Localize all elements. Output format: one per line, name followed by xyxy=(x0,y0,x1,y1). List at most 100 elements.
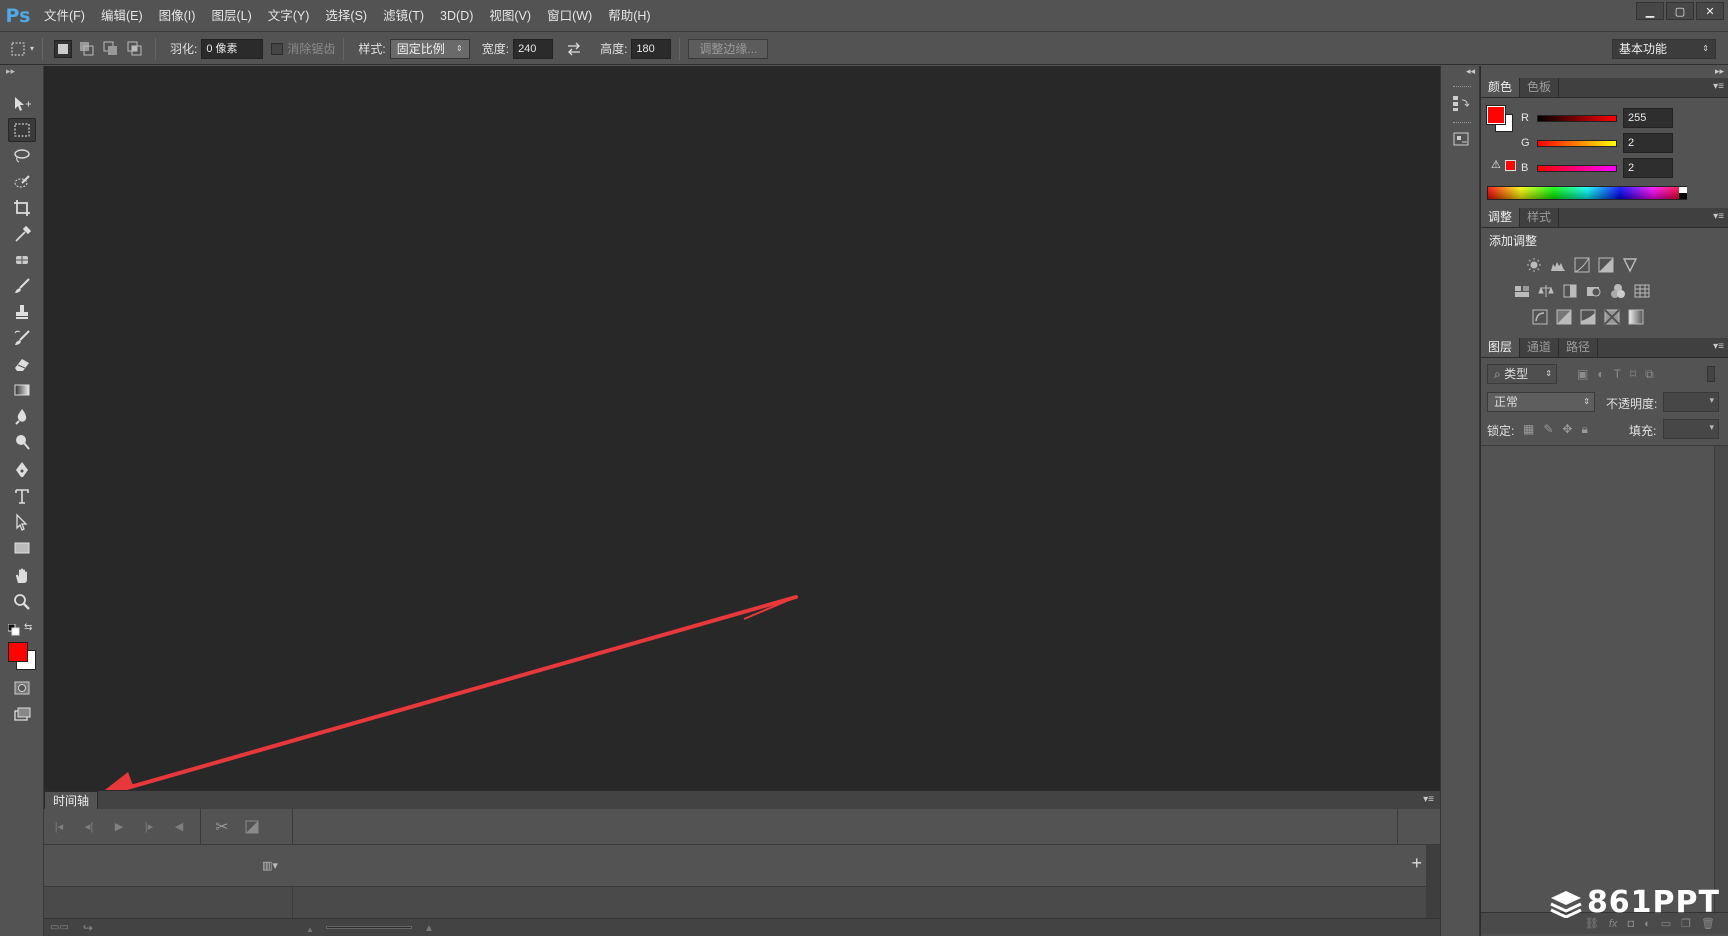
lock-pixels-icon[interactable]: ✎ xyxy=(1543,422,1553,437)
panel-foreground-swatch[interactable] xyxy=(1486,105,1506,125)
lock-all-icon[interactable]: 🔒︎ xyxy=(1581,422,1587,437)
adjust-panel-menu-icon[interactable]: ▾≡ xyxy=(1713,211,1724,222)
menu-filter[interactable]: 滤镜(T) xyxy=(375,0,432,32)
swap-colors-icon[interactable]: ⇆ xyxy=(24,622,32,633)
filter-smart-object-icon[interactable]: ⧉ xyxy=(1645,367,1654,382)
split-scissors-icon[interactable]: ✂ xyxy=(207,815,237,839)
toolbar-collapse-icon[interactable]: ▸▸ xyxy=(0,66,43,76)
filter-toggle[interactable] xyxy=(1707,366,1715,382)
color-spectrum-ramp[interactable] xyxy=(1487,186,1687,200)
antialias-checkbox[interactable] xyxy=(271,42,284,55)
tab-channels[interactable]: 通道 xyxy=(1520,338,1560,357)
marquee-tool-icon[interactable] xyxy=(8,118,36,142)
black-white-icon[interactable] xyxy=(1561,282,1579,300)
width-input[interactable]: 240 xyxy=(513,38,554,59)
gamut-color-swatch[interactable] xyxy=(1505,160,1516,171)
subtract-selection-icon[interactable] xyxy=(102,40,120,58)
zoom-out-icon[interactable]: ▲ xyxy=(306,925,314,934)
type-tool-icon[interactable] xyxy=(8,484,36,508)
tab-styles[interactable]: 样式 xyxy=(1520,208,1560,227)
threshold-icon[interactable] xyxy=(1579,308,1597,326)
pen-tool-icon[interactable] xyxy=(8,458,36,482)
filter-pixel-icon[interactable]: ▣ xyxy=(1577,367,1588,382)
fill-input[interactable]: ▾ xyxy=(1663,419,1719,439)
add-media-icon[interactable]: + xyxy=(1411,853,1422,874)
brush-tool-icon[interactable] xyxy=(8,274,36,298)
prev-frame-icon[interactable]: ◂| xyxy=(74,815,104,839)
play-icon[interactable]: ▶ xyxy=(104,815,134,839)
eyedropper-tool-icon[interactable] xyxy=(8,222,36,246)
zoom-tool-icon[interactable] xyxy=(8,590,36,614)
lock-position-icon[interactable]: ✥ xyxy=(1562,422,1572,437)
height-input[interactable]: 180 xyxy=(631,38,672,59)
refine-edge-button[interactable]: 调整边缘... xyxy=(688,38,769,59)
menu-view[interactable]: 视图(V) xyxy=(481,0,539,32)
move-tool-icon[interactable] xyxy=(8,92,36,116)
tool-preset-icon[interactable] xyxy=(9,40,27,58)
foreground-color-swatch[interactable] xyxy=(8,642,28,662)
gradient-tool-icon[interactable] xyxy=(8,378,36,402)
menu-file[interactable]: 文件(F) xyxy=(36,0,93,32)
menu-help[interactable]: 帮助(H) xyxy=(600,0,658,32)
layers-panel-menu-icon[interactable]: ▾≡ xyxy=(1713,341,1724,352)
workspace-select[interactable]: 基本功能 ⇕ xyxy=(1612,38,1716,59)
healing-brush-tool-icon[interactable] xyxy=(8,248,36,272)
gamut-warning-icon[interactable]: ⚠ xyxy=(1491,158,1501,171)
maximize-button[interactable]: ▢ xyxy=(1666,2,1694,20)
first-frame-icon[interactable]: |◂ xyxy=(44,815,74,839)
quick-select-tool-icon[interactable] xyxy=(8,170,36,194)
opacity-input[interactable]: ▾ xyxy=(1663,392,1719,412)
filter-shape-icon[interactable]: ⌑ xyxy=(1630,367,1636,382)
frame-view-icon[interactable]: ▭▭ xyxy=(50,922,69,933)
style-select[interactable]: 固定比例 ⇕ xyxy=(389,38,470,59)
menu-layer[interactable]: 图层(L) xyxy=(203,0,259,32)
b-slider[interactable] xyxy=(1537,164,1617,172)
b-input[interactable]: 2 xyxy=(1623,158,1673,178)
default-colors-icon[interactable] xyxy=(7,623,20,639)
menu-3d[interactable]: 3D(D) xyxy=(432,0,481,32)
eraser-tool-icon[interactable] xyxy=(8,352,36,376)
exposure-icon[interactable] xyxy=(1597,256,1615,274)
blur-tool-icon[interactable] xyxy=(8,404,36,428)
hue-saturation-icon[interactable] xyxy=(1513,282,1531,300)
filter-adjustment-icon[interactable]: ◐ xyxy=(1597,367,1604,382)
vibrance-icon[interactable] xyxy=(1621,256,1639,274)
close-button[interactable]: ✕ xyxy=(1696,2,1724,20)
gradient-map-icon[interactable] xyxy=(1627,308,1645,326)
color-panel-menu-icon[interactable]: ▾≡ xyxy=(1713,81,1724,92)
g-input[interactable]: 2 xyxy=(1623,133,1673,153)
audio-icon[interactable]: ◀ xyxy=(164,815,194,839)
history-brush-tool-icon[interactable] xyxy=(8,326,36,350)
tab-layers[interactable]: 图层 xyxy=(1481,338,1521,357)
quick-mask-icon[interactable] xyxy=(8,676,36,700)
transition-icon[interactable] xyxy=(237,815,267,839)
layer-filter-select[interactable]: ⌕ 类型 ⇕ xyxy=(1487,364,1557,384)
channel-mixer-icon[interactable] xyxy=(1609,282,1627,300)
tab-color[interactable]: 颜色 xyxy=(1481,78,1521,97)
swap-icon[interactable] xyxy=(565,40,583,58)
menu-image[interactable]: 图像(I) xyxy=(151,0,204,32)
lock-transparent-icon[interactable]: ▦ xyxy=(1523,422,1534,437)
r-input[interactable]: 255 xyxy=(1623,108,1673,128)
tab-adjustments[interactable]: 调整 xyxy=(1481,208,1521,227)
path-selection-tool-icon[interactable] xyxy=(8,510,36,534)
feather-input[interactable]: 0 像素 xyxy=(201,38,264,59)
tab-timeline[interactable]: 时间轴 xyxy=(44,791,99,809)
clone-stamp-tool-icon[interactable] xyxy=(8,300,36,324)
add-selection-icon[interactable] xyxy=(78,40,96,58)
filter-type-icon[interactable]: T xyxy=(1614,367,1621,382)
screen-mode-icon[interactable] xyxy=(8,702,36,726)
layers-scrollbar[interactable] xyxy=(1714,446,1728,916)
selective-color-icon[interactable] xyxy=(1603,308,1621,326)
tab-swatches[interactable]: 色板 xyxy=(1520,78,1560,97)
brightness-icon[interactable] xyxy=(1525,256,1543,274)
rectangle-tool-icon[interactable] xyxy=(8,536,36,560)
timeline-menu-icon[interactable]: ▾≡ xyxy=(1423,794,1434,805)
photo-filter-icon[interactable] xyxy=(1585,282,1603,300)
hand-tool-icon[interactable] xyxy=(8,564,36,588)
menu-select[interactable]: 选择(S) xyxy=(317,0,375,32)
menu-window[interactable]: 窗口(W) xyxy=(539,0,600,32)
r-slider[interactable] xyxy=(1537,114,1617,122)
menu-edit[interactable]: 编辑(E) xyxy=(93,0,151,32)
panels-collapse-icon[interactable]: ▸▸ xyxy=(1481,66,1728,78)
